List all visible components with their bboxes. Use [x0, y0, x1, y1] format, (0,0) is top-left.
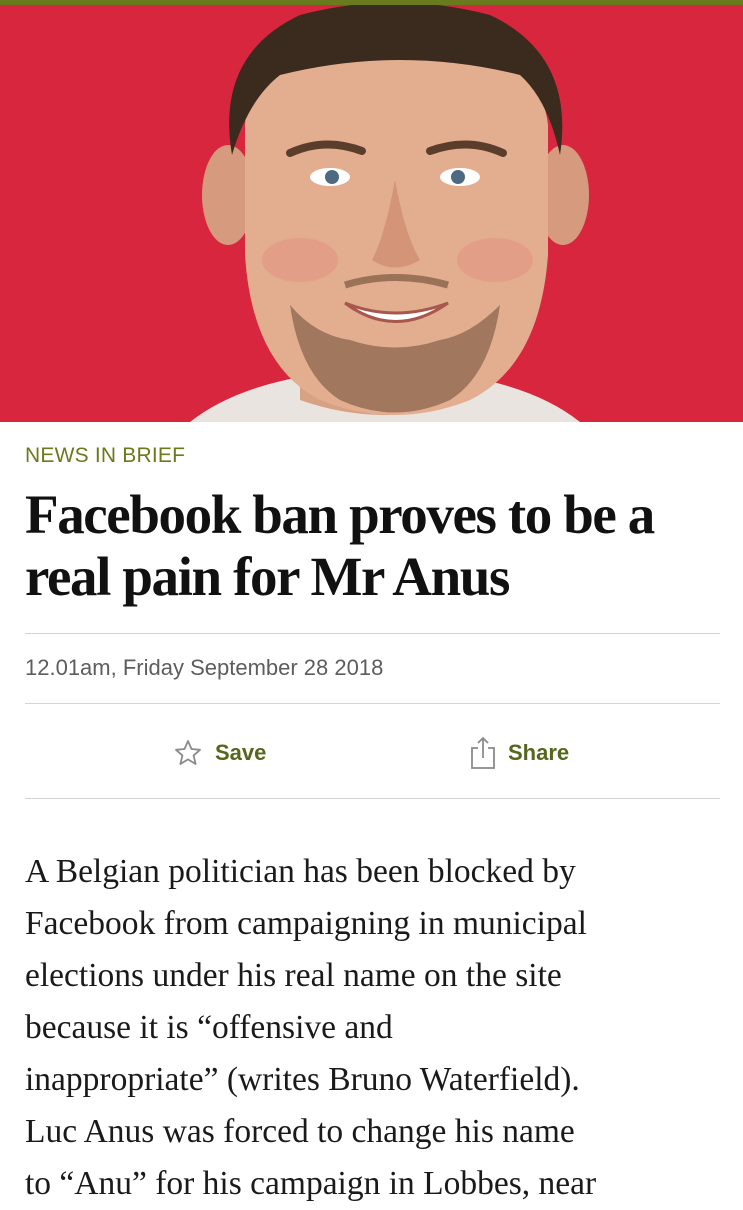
save-button[interactable]: Save — [173, 733, 266, 773]
star-outline-icon — [175, 740, 201, 765]
save-label: Save — [215, 740, 267, 765]
body-line: because it is “offensive and — [25, 1009, 393, 1046]
body-line: A Belgian politician has been blocked by — [25, 853, 576, 890]
body-line: inappropriate” (writes Bruno Waterfield)… — [25, 1061, 580, 1098]
headline-line: Facebook ban proves to be a — [25, 484, 655, 545]
share-button[interactable]: Share — [470, 733, 569, 773]
article-headline: Facebook ban proves to be a real pain fo… — [25, 484, 725, 608]
divider — [25, 703, 720, 704]
body-line: Luc Anus was forced to change his name — [25, 1113, 575, 1150]
publish-date: 12.01am, Friday September 28 2018 — [25, 655, 384, 680]
hero-image — [0, 5, 743, 422]
divider — [25, 798, 720, 799]
share-icon — [471, 736, 495, 769]
article-body: A Belgian politician has been blocked by… — [25, 846, 725, 1210]
body-line: to “Anu” for his campaign in Lobbes, nea… — [25, 1165, 597, 1202]
divider — [25, 633, 720, 634]
portrait-illustration — [0, 5, 743, 422]
body-line: Facebook from campaigning in municipal — [25, 905, 587, 942]
share-label: Share — [508, 740, 570, 765]
body-line: elections under his real name on the sit… — [25, 957, 562, 994]
headline-line: real pain for Mr Anus — [25, 546, 510, 607]
section-label[interactable]: NEWS IN BRIEF — [25, 444, 185, 468]
